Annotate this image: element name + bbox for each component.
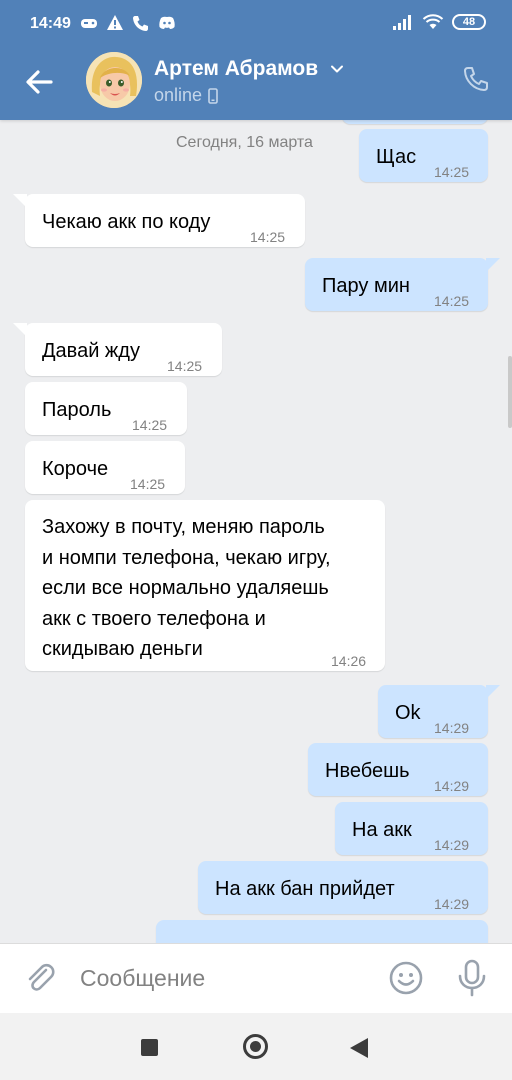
message-text: Чекаю акк по коду <box>42 211 211 233</box>
scrollbar-thumb[interactable] <box>508 356 512 428</box>
bubble-tail <box>13 194 27 208</box>
message-bubble-incoming[interactable]: Короче 14:25 <box>25 441 185 494</box>
message-time: 14:29 <box>434 837 470 853</box>
message-time: 14:25 <box>434 293 470 309</box>
message-time: 14:25 <box>434 164 470 180</box>
message-line: если все нормально удаляешь <box>42 577 329 599</box>
online-status-text: online <box>154 85 203 105</box>
message-text: Ok <box>395 702 421 724</box>
message-bubble-incoming[interactable]: Чекаю акк по коду 14:25 <box>13 194 305 247</box>
game-controller-icon <box>81 19 97 28</box>
message-text: Пару мин <box>322 275 410 297</box>
message-bubble-outgoing[interactable]: Щас 14:25 <box>359 129 488 182</box>
message-line: скидываю деньги <box>42 638 203 660</box>
message-text: На акк бан прийдет <box>215 878 395 900</box>
message-text: Короче <box>42 458 109 480</box>
message-text: Давай жду <box>42 340 140 362</box>
message-time: 14:29 <box>434 720 470 736</box>
message-bubble-outgoing[interactable]: На акк бан прийдет 14:29 <box>198 861 488 914</box>
message-text: Пароль <box>42 399 112 421</box>
top-bar: 14:49 48 Артем Абрамов online <box>0 0 512 120</box>
warning-icon <box>107 15 123 30</box>
message-bubble-outgoing[interactable]: Ok 14:29 <box>378 685 500 738</box>
message-time: 14:29 <box>434 896 470 912</box>
bubble-tail <box>13 323 27 337</box>
partial-message-bubble <box>342 120 488 124</box>
message-bubble-outgoing[interactable]: На акк 14:29 <box>335 802 488 855</box>
message-time: 14:25 <box>130 476 166 492</box>
message-input[interactable] <box>80 958 370 998</box>
app-bar: Артем Абрамов online <box>0 48 512 120</box>
message-time: 14:29 <box>434 778 470 794</box>
partial-message-bubble[interactable] <box>156 920 488 943</box>
message-line: акк с твоего телефона и <box>42 607 266 630</box>
system-status: 48 <box>392 14 486 30</box>
message-composer <box>0 943 512 1013</box>
recent-apps-button[interactable] <box>141 1039 158 1056</box>
attach-icon[interactable] <box>22 960 58 996</box>
message-bubble-incoming[interactable]: Пароль 14:25 <box>25 382 187 435</box>
back-arrow-icon[interactable] <box>22 64 58 100</box>
message-time: 14:25 <box>132 417 168 433</box>
home-button[interactable] <box>243 1034 268 1059</box>
message-bubble-incoming[interactable]: Давай жду 14:25 <box>13 323 222 376</box>
mic-icon[interactable] <box>454 958 490 998</box>
system-navigation-bar <box>0 1013 512 1080</box>
wifi-icon <box>422 14 444 29</box>
battery-indicator: 48 <box>452 14 486 30</box>
message-line: и номпи телефона, чекаю игру, <box>42 546 331 569</box>
message-time: 14:25 <box>250 229 286 245</box>
message-text: На акк <box>352 819 412 841</box>
status-time: 14:49 <box>30 15 71 32</box>
discord-icon <box>159 16 175 29</box>
bubble-tail <box>486 258 500 272</box>
message-text: Щас <box>376 146 417 168</box>
message-text: Захожу в почту, меняю пароль и номпи тел… <box>42 512 331 665</box>
call-icon <box>133 16 148 31</box>
notification-icons <box>80 14 176 32</box>
message-bubble-incoming[interactable]: Захожу в почту, меняю пароль и номпи тел… <box>25 500 385 671</box>
chevron-down-icon[interactable] <box>330 62 344 76</box>
back-button[interactable] <box>350 1038 368 1058</box>
message-text: Нвебешь <box>325 760 410 782</box>
status-bar: 14:49 48 <box>0 0 512 48</box>
contact-name-text: Артем Абрамов <box>154 57 319 80</box>
message-time: 14:25 <box>167 358 203 374</box>
mobile-icon <box>208 87 218 104</box>
emoji-icon[interactable] <box>388 960 424 996</box>
signal-icon <box>393 15 411 30</box>
message-bubble-outgoing[interactable]: Пару мин 14:25 <box>305 258 500 311</box>
phone-icon[interactable] <box>462 65 490 93</box>
date-separator: Сегодня, 16 марта <box>176 134 313 151</box>
contact-name[interactable]: Артем Абрамов <box>154 57 344 81</box>
bubble-tail <box>486 685 500 699</box>
message-time: 14:26 <box>331 653 367 669</box>
contact-status: online <box>154 85 218 106</box>
avatar[interactable] <box>86 52 142 108</box>
message-line: Захожу в почту, меняю пароль <box>42 516 325 538</box>
message-list[interactable]: Сегодня, 16 марта Щас 14:25 Чекаю акк по… <box>0 120 512 943</box>
message-bubble-outgoing[interactable]: Нвебешь 14:29 <box>308 743 488 796</box>
